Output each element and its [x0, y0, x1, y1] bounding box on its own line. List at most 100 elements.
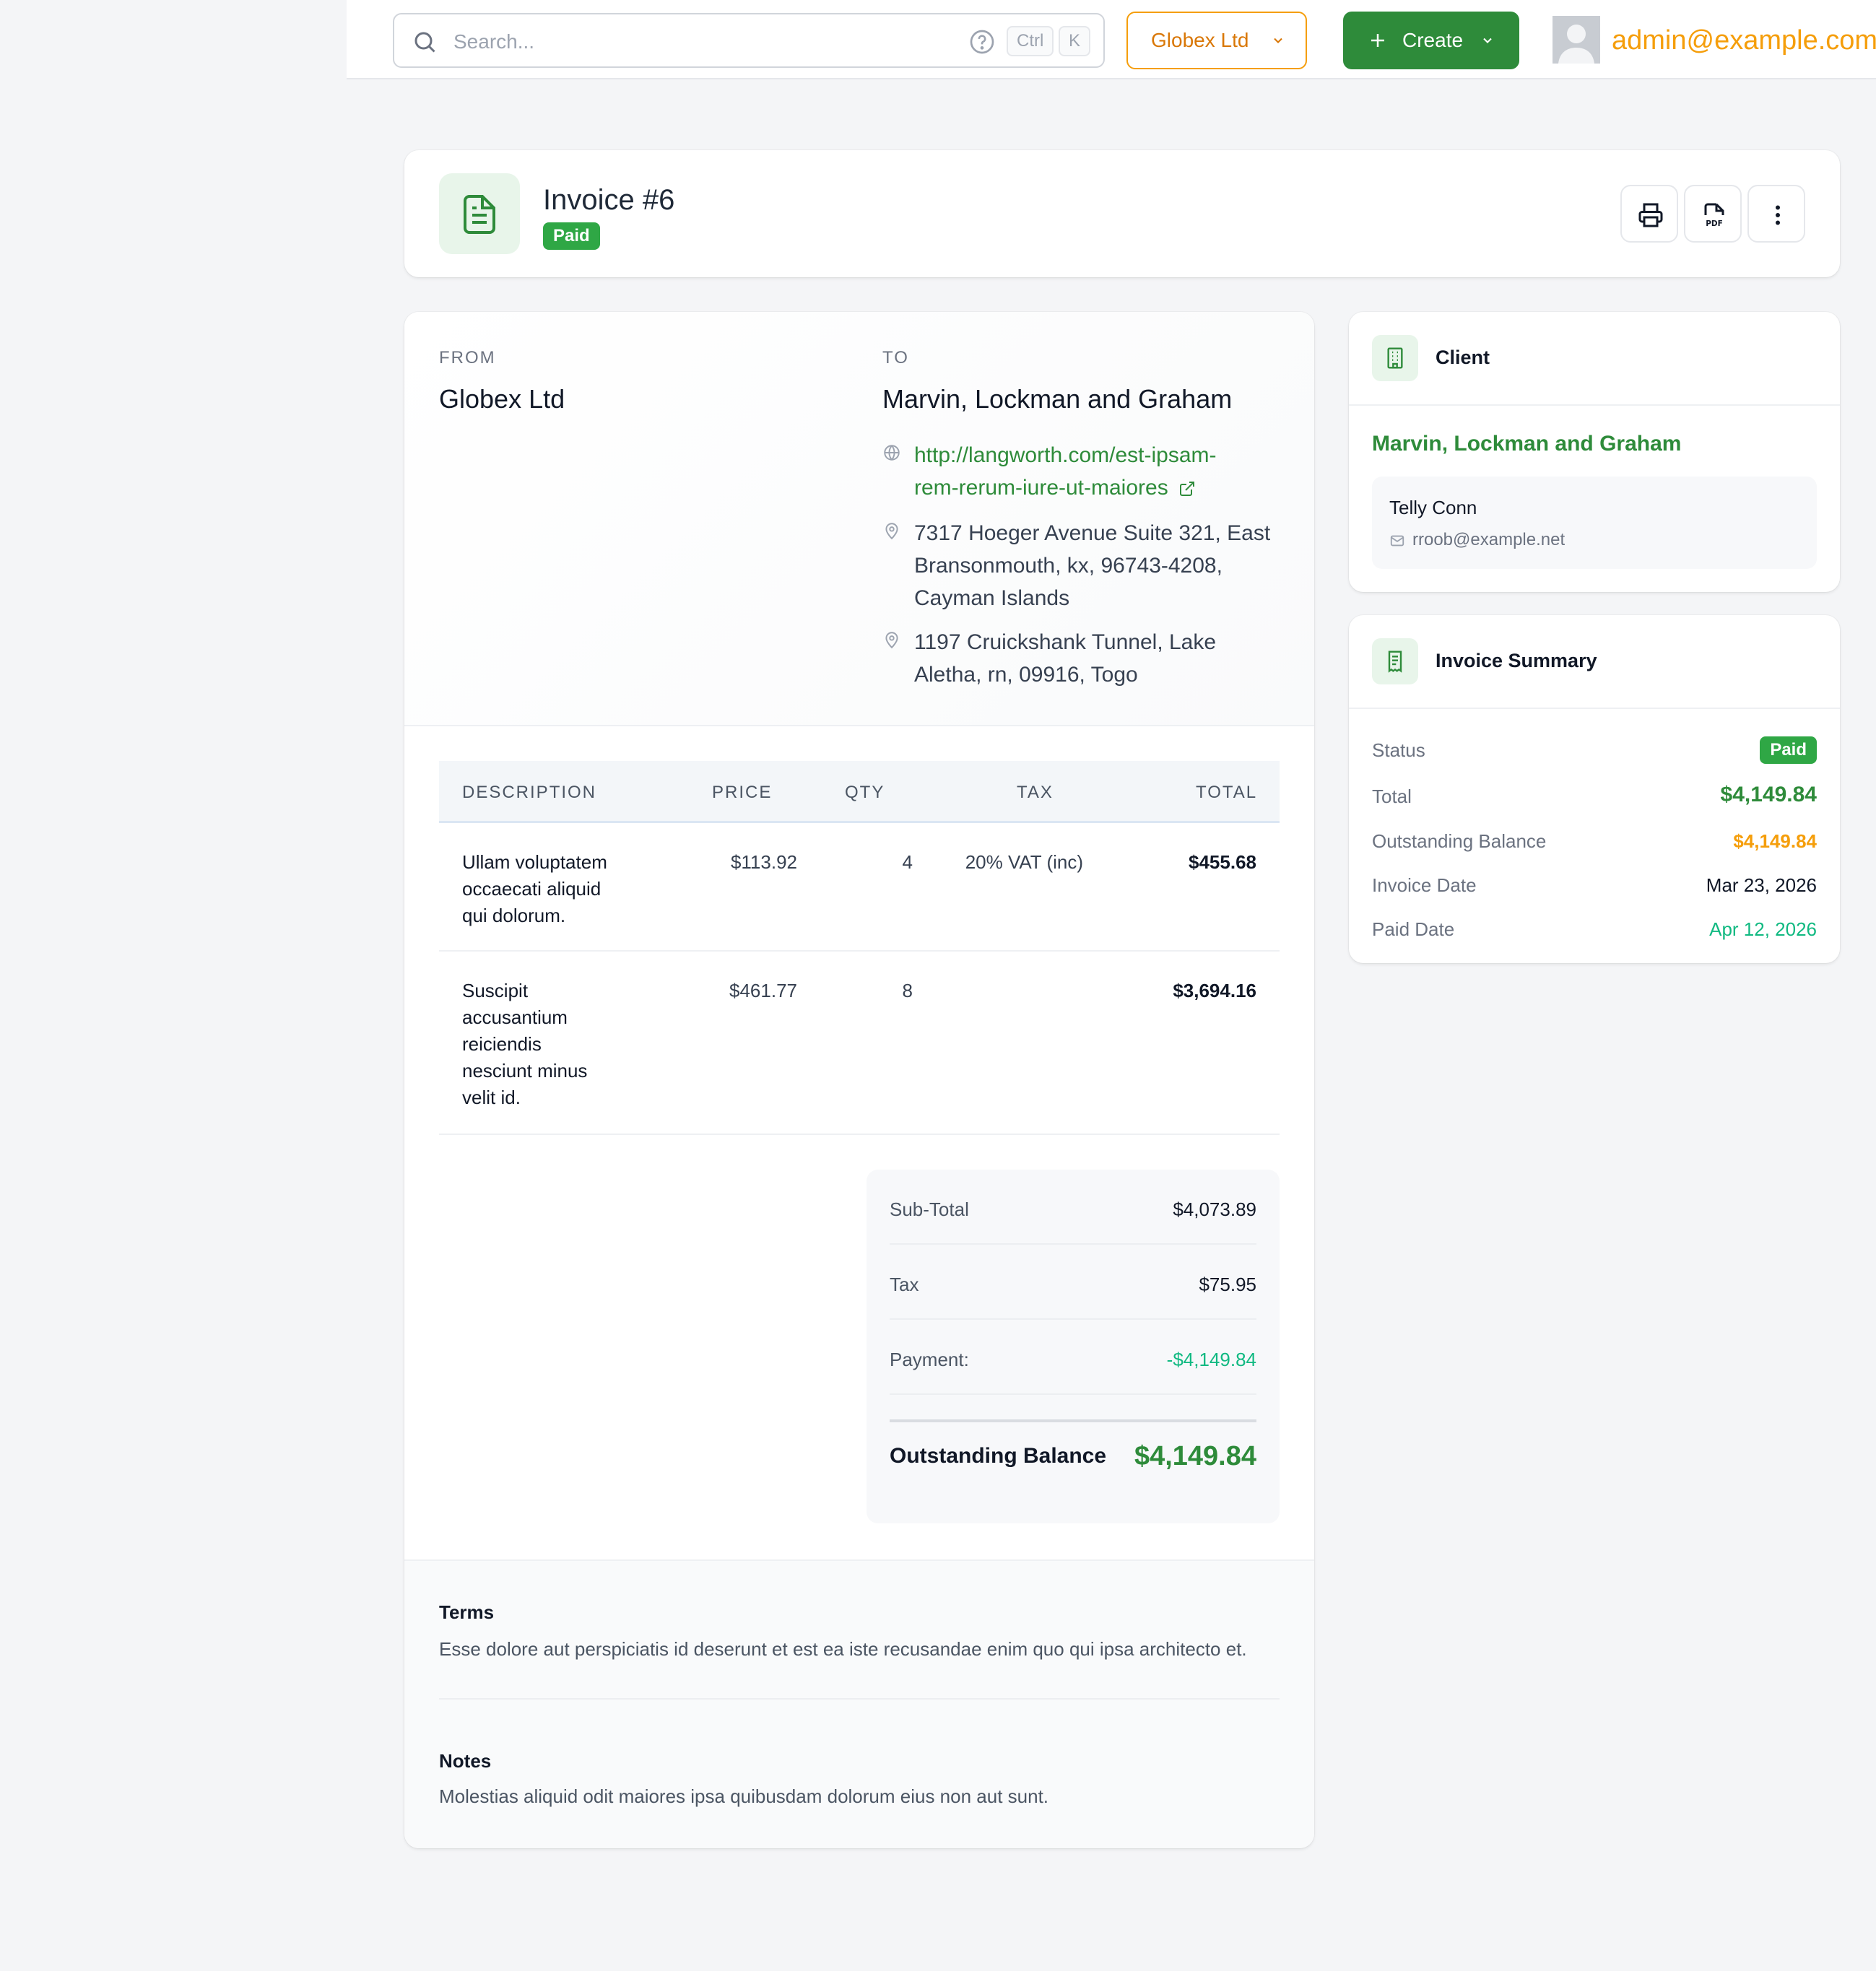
tax-value: $75.95: [1199, 1274, 1256, 1295]
map-pin-icon: [885, 523, 898, 540]
summary-card-header: Invoice Summary: [1349, 615, 1840, 709]
table-row: Ullam voluptatem occaecati aliquid qui d…: [439, 823, 1280, 952]
summary-icon-tile: [1372, 638, 1418, 684]
page-title: Invoice #6: [543, 184, 675, 216]
document-icon: [464, 195, 495, 234]
client-card-header: Client: [1349, 312, 1840, 406]
description-line: occaecati aliquid: [462, 878, 602, 900]
contact-email[interactable]: rroob@example.net: [1412, 530, 1565, 550]
download-pdf-button[interactable]: PDF: [1684, 185, 1742, 243]
address-line: 1197 Cruickshank Tunnel, Lake: [914, 630, 1217, 654]
description-line: Suscipit: [462, 980, 529, 1001]
company-switcher-button[interactable]: Globex Ltd: [1126, 12, 1307, 69]
svg-text:PDF: PDF: [1706, 219, 1723, 228]
divider: [439, 1698, 1280, 1700]
client-name-link[interactable]: Marvin, Lockman and Graham: [1372, 432, 1681, 456]
column-header-description: DESCRIPTION: [462, 783, 597, 802]
outstanding-balance-value: $4,149.84: [1134, 1441, 1256, 1471]
payment-row: Payment: -$4,149.84: [890, 1320, 1256, 1395]
client-icon-tile: [1372, 335, 1418, 381]
terms-notes-section: Terms Esse dolore aut perspiciatis id de…: [404, 1559, 1314, 1848]
mail-icon: [1390, 535, 1404, 547]
website-line-2-text: rem-rerum-iure-ut-maiores: [914, 476, 1168, 500]
subtotal-row: Sub-Total $4,073.89: [890, 1170, 1256, 1245]
item-tax: 20% VAT (inc): [965, 851, 1083, 873]
total-label: Total: [1372, 786, 1412, 807]
building-icon: [1387, 347, 1403, 369]
terms-body: Esse dolore aut perspiciatis id deserunt…: [439, 1638, 1247, 1660]
invoice-summary-card: Invoice Summary Status Paid Total $4,149…: [1349, 615, 1840, 963]
totals-box: Sub-Total $4,073.89 Tax $75.95 Payment: …: [867, 1170, 1280, 1523]
notes-title: Notes: [439, 1750, 492, 1772]
avatar[interactable]: [1553, 16, 1600, 64]
description-line: velit id.: [462, 1087, 521, 1108]
item-total: $3,694.16: [1173, 980, 1256, 1001]
search-input[interactable]: Search... Ctrl K: [393, 13, 1105, 68]
summary-total-row: Total $4,149.84: [1372, 781, 1817, 810]
notes-body: Molestias aliquid odit maiores ipsa quib…: [439, 1785, 1049, 1807]
invoice-header-card: Invoice #6 Paid PDF: [404, 150, 1840, 277]
create-button[interactable]: Create: [1343, 12, 1519, 69]
column-header-price: PRICE: [712, 783, 773, 802]
client-website-link[interactable]: http://langworth.com/est-ipsam- rem-reru…: [914, 439, 1290, 504]
shipping-address: 1197 Cruickshank Tunnel, Lake Aletha, rn…: [914, 626, 1290, 691]
contact-name: Telly Conn: [1389, 497, 1477, 518]
table-row: Suscipit accusantium reiciendis nesciunt…: [439, 952, 1280, 1135]
description-line: nesciunt minus: [462, 1060, 588, 1082]
items-table-header: DESCRIPTION PRICE QTY TAX TOTAL: [439, 761, 1280, 823]
address-line: Bransonmouth, kx, 96743-4208,: [914, 554, 1223, 578]
pdf-icon: PDF: [1704, 203, 1724, 228]
invoice-detail-card: FROM Globex Ltd TO Marvin, Lockman and G…: [404, 312, 1314, 1848]
website-line-2: rem-rerum-iure-ut-maiores: [914, 471, 1290, 504]
status-badge: Paid: [1760, 736, 1817, 764]
payment-label: Payment:: [890, 1349, 969, 1370]
subtotal-label: Sub-Total: [890, 1198, 969, 1220]
to-company-name: Marvin, Lockman and Graham: [882, 384, 1233, 414]
description-line: Ullam voluptatem: [462, 851, 607, 873]
item-description: Suscipit accusantium reiciendis nesciunt…: [462, 978, 635, 1111]
top-bar: Search... Ctrl K Globex Ltd Create admin…: [347, 0, 1876, 79]
subtotal-value: $4,073.89: [1173, 1198, 1256, 1220]
item-description: Ullam voluptatem occaecati aliquid qui d…: [462, 849, 635, 929]
globe-icon: [884, 445, 900, 461]
description-line: accusantium: [462, 1006, 568, 1028]
avatar-placeholder-icon: [1553, 16, 1600, 64]
map-pin-icon: [885, 632, 898, 649]
print-button[interactable]: [1620, 185, 1678, 243]
item-price: $461.77: [729, 980, 797, 1001]
external-link-icon: [1180, 482, 1195, 496]
print-icon: [1638, 203, 1663, 227]
search-icon: [414, 32, 435, 53]
tax-row: Tax $75.95: [890, 1245, 1256, 1320]
receipt-icon: [1388, 651, 1402, 673]
address-line: 7317 Hoeger Avenue Suite 321, East: [914, 521, 1271, 545]
terms-title: Terms: [439, 1601, 495, 1623]
invoice-date-value: Mar 23, 2026: [1706, 874, 1817, 896]
item-total: $455.68: [1189, 851, 1256, 873]
description-line: qui dolorum.: [462, 905, 566, 926]
item-price: $113.92: [730, 851, 797, 873]
outstanding-balance-row: Outstanding Balance $4,149.84: [890, 1419, 1256, 1477]
more-actions-button[interactable]: [1747, 185, 1805, 243]
client-card: Client Marvin, Lockman and Graham Telly …: [1349, 312, 1840, 592]
from-company-name: Globex Ltd: [439, 384, 565, 414]
help-icon[interactable]: [968, 27, 996, 56]
client-contact: Telly Conn rroob@example.net: [1372, 477, 1817, 569]
company-switcher-label: Globex Ltd: [1151, 29, 1249, 51]
paid-date-label: Paid Date: [1372, 918, 1455, 940]
description-line: reiciendis: [462, 1033, 542, 1055]
summary-card-title: Invoice Summary: [1436, 650, 1597, 671]
billing-address: 7317 Hoeger Avenue Suite 321, East Brans…: [914, 517, 1290, 614]
summary-status-row: Status Paid: [1372, 735, 1817, 764]
item-qty: 8: [902, 980, 913, 1001]
summary-invoice-date-row: Invoice Date Mar 23, 2026: [1372, 870, 1817, 899]
total-value: $4,149.84: [1720, 783, 1817, 806]
payment-value: -$4,149.84: [1166, 1349, 1256, 1370]
status-badge: Paid: [543, 222, 600, 250]
outstanding-label: Outstanding Balance: [1372, 830, 1547, 852]
more-vertical-icon: [1776, 205, 1780, 225]
outstanding-balance-label: Outstanding Balance: [890, 1444, 1107, 1468]
item-qty: 4: [902, 851, 913, 873]
user-email[interactable]: admin@example.com: [1612, 20, 1876, 61]
shortcut-ctrl-key: Ctrl: [1007, 26, 1054, 56]
